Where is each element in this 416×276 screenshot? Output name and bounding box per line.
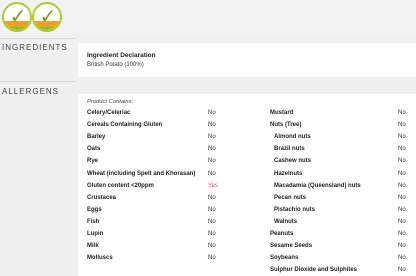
allergen-value: No [208, 231, 216, 237]
allergen-value: No [208, 146, 216, 153]
allergen-name: Sulphur Dioxide and Sulphites [270, 267, 358, 274]
vegetarian-badge-icon: ✓ [32, 2, 62, 32]
allergen-name: Rye [87, 158, 99, 165]
allergen-name: Lupin [87, 231, 104, 237]
allergens-section-label: ALLERGENS [2, 87, 60, 96]
allergen-name: Soybeans [270, 255, 299, 262]
allergen-name: Fish [87, 218, 100, 225]
allergen-name: Brazil nuts [274, 146, 305, 153]
allergen-value: No [398, 255, 406, 262]
ingredients-panel: Ingredient Declaration British Potato (1… [78, 43, 416, 77]
allergen-name: Cashew nuts [274, 158, 312, 165]
allergen-value: No [208, 170, 216, 177]
allergen-name: Pecan nuts [274, 194, 307, 201]
vegan-badge-icon: ✓ [2, 2, 32, 32]
allergen-value: No [398, 146, 406, 153]
allergen-name: Mustard [270, 110, 294, 116]
allergen-name: Cereals Containing Gluten [87, 122, 163, 129]
allergen-value: No [208, 243, 216, 250]
allergen-value: No [398, 231, 406, 237]
ingredients-section-label: INGREDIENTS [2, 43, 68, 52]
allergen-name: Pistachio nuts [274, 206, 316, 213]
allergen-name: Gluten content <20ppm [87, 182, 154, 189]
allergen-value: No [208, 218, 216, 225]
allergen-name: Oats [87, 146, 101, 153]
allergen-value: No [398, 218, 406, 225]
allergen-value: No [208, 122, 216, 129]
allergen-name: Milk [87, 243, 99, 250]
allergen-value: No [398, 110, 406, 116]
allergen-value: No [398, 194, 406, 201]
allergen-value: No [398, 134, 406, 141]
header-bar: ✓ ✓ [0, 0, 416, 34]
allergens-panel: Product Contains: Celery/Celeriac No Cerea… [78, 94, 416, 276]
allergen-value: No [398, 158, 406, 165]
allergen-name: Barley [87, 134, 106, 141]
allergen-value: No [208, 255, 216, 262]
allergen-name: Molluscs [87, 255, 113, 262]
allergen-name: Eggs [87, 206, 102, 213]
allergen-value: No [398, 182, 406, 189]
divider [0, 81, 76, 82]
allergen-value: No [398, 267, 406, 274]
allergen-name: Macadamia (Queensland) nuts [274, 182, 361, 189]
allergen-name: Almond nuts [274, 134, 311, 141]
allergen-value: No [208, 134, 216, 141]
allergen-name: Celery/Celeriac [87, 110, 131, 116]
allergen-value: No [208, 110, 216, 116]
allergen-name: Peanuts [270, 231, 294, 237]
allergen-name: Wheat (including Spelt and Khorasan) [87, 170, 196, 177]
allergen-value: No [398, 170, 406, 177]
allergen-value: No [398, 122, 406, 129]
allergen-name: Hazelnuts [274, 170, 303, 177]
allergen-name: Nuts (Tree) [270, 122, 302, 129]
ingredient-declaration-text: British Potato (100%) [87, 62, 144, 68]
ingredient-declaration-title: Ingredient Declaration [87, 52, 156, 59]
product-contains-label: Product Contains: [87, 99, 134, 105]
divider [0, 38, 76, 39]
allergen-value: No [208, 158, 216, 165]
allergen-value: No [398, 206, 406, 213]
allergen-value: Yes [208, 182, 218, 189]
allergen-name: Walnuts [274, 218, 298, 225]
allergen-name: Sesame Seeds [270, 243, 313, 250]
allergen-name: Crustacea [87, 194, 117, 201]
allergen-value: No [208, 206, 216, 213]
allergen-value: No [398, 243, 406, 250]
allergen-value: No [208, 194, 216, 201]
